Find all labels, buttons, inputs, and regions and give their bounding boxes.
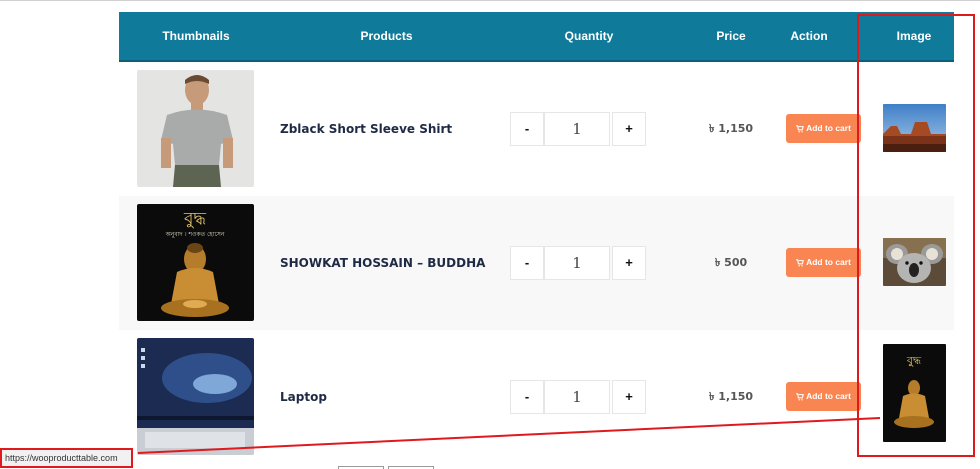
status-bar-url: https://wooproducttable.com xyxy=(0,448,133,468)
annotation-arrow xyxy=(137,417,881,454)
